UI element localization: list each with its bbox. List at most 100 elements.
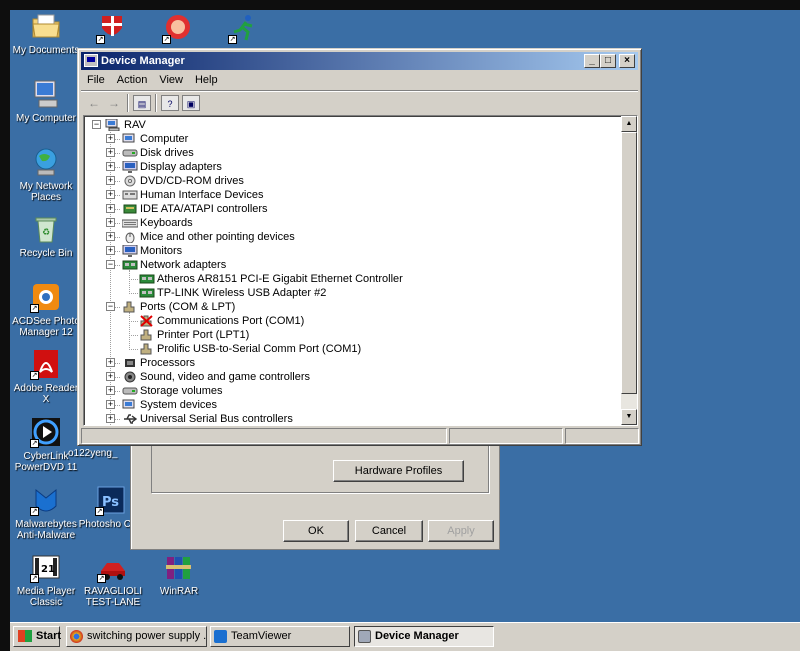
porterr-icon	[139, 315, 155, 327]
cancel-button[interactable]: Cancel	[355, 520, 423, 542]
menu-action[interactable]: Action	[111, 71, 154, 90]
maximize-button[interactable]: □	[600, 54, 616, 68]
tree-node-computer[interactable]: + Computer	[84, 132, 604, 146]
expand-toggle[interactable]: +	[106, 358, 115, 367]
tree-node-label: IDE ATA/ATAPI controllers	[140, 203, 268, 215]
tree-node-label: Ports (COM & LPT)	[140, 301, 236, 313]
collapse-toggle[interactable]: −	[92, 120, 101, 129]
tree-node-port-1[interactable]: Communications Port (COM1)	[84, 314, 604, 328]
expand-toggle[interactable]: +	[106, 204, 115, 213]
display-icon	[122, 160, 138, 173]
expand-toggle[interactable]: +	[106, 386, 115, 395]
forward-arrow-icon[interactable]: →	[105, 95, 123, 111]
taskbar-task-chrome[interactable]: switching power supply ...	[66, 626, 207, 647]
desktop-icon-media-player-classic[interactable]: 21 ↗ Media Player Classic	[10, 551, 82, 608]
expand-toggle[interactable]: +	[106, 176, 115, 185]
desktop-icon-runner-app[interactable]: ↗	[208, 12, 280, 47]
taskbar-task-device-manager[interactable]: Device Manager	[354, 626, 494, 647]
desktop-icon-cyberlink-powerdvd[interactable]: ↗ CyberLink PowerDVD 11	[10, 416, 82, 473]
expand-toggle[interactable]: +	[106, 246, 115, 255]
menu-file[interactable]: File	[81, 71, 111, 90]
tree-node-ide[interactable]: + IDE ATA/ATAPI controllers	[84, 202, 604, 216]
tree-node-mice[interactable]: + Mice and other pointing devices	[84, 230, 604, 244]
desktop-icon-label: My Computer	[15, 113, 76, 124]
tree-guide-line	[129, 349, 138, 350]
tree-node-port-2[interactable]: Printer Port (LPT1)	[84, 328, 604, 342]
scroll-thumb[interactable]	[621, 132, 637, 394]
tree-node-hid[interactable]: + Human Interface Devices	[84, 188, 604, 202]
collapse-toggle[interactable]: −	[106, 302, 115, 311]
desktop-icon-label: Adobe Reader X	[13, 383, 79, 405]
close-button[interactable]: ×	[619, 54, 635, 68]
tree-node-dvd[interactable]: + DVD/CD-ROM drives	[84, 174, 604, 188]
chrome-icon	[70, 630, 83, 643]
tree-node-net-2[interactable]: TP-LINK Wireless USB Adapter #2	[84, 286, 604, 300]
hardware-profiles-button[interactable]: Hardware Profiles	[333, 460, 464, 482]
teamviewer-icon	[214, 630, 227, 643]
red-circle-app-icon: ↗	[162, 12, 194, 44]
desktop-icon-label: Media Player Classic	[16, 586, 76, 608]
port-icon	[139, 343, 155, 355]
vertical-scrollbar[interactable]: ▲ ▼	[621, 116, 637, 425]
tree-node-ports[interactable]: − Ports (COM & LPT)	[84, 300, 604, 314]
shortcut-arrow-icon: ↗	[162, 35, 171, 44]
expand-toggle[interactable]: +	[106, 400, 115, 409]
scroll-up-arrow-icon[interactable]: ▲	[621, 116, 637, 132]
title-bar[interactable]: Device Manager _ □ ×	[81, 52, 638, 70]
expand-toggle[interactable]: +	[106, 372, 115, 381]
desktop-icon-acdsee[interactable]: ↗ ACDSee Photo Manager 12	[10, 281, 82, 338]
show-hide-console-tree-icon[interactable]: ▤	[133, 95, 151, 111]
expand-toggle[interactable]: +	[106, 190, 115, 199]
svg-text:Ps: Ps	[102, 495, 119, 510]
tree-node-label: Mice and other pointing devices	[140, 231, 295, 243]
collapse-toggle[interactable]: −	[106, 260, 115, 269]
desktop-icon-label: WinRAR	[159, 586, 199, 597]
expand-toggle[interactable]: +	[106, 162, 115, 171]
minimize-button[interactable]: _	[584, 54, 600, 68]
expand-toggle[interactable]: +	[106, 218, 115, 227]
desktop-icon-winrar[interactable]: WinRAR	[143, 551, 215, 597]
tree-node-disk[interactable]: + Disk drives	[84, 146, 604, 160]
desktop-icon-adobe-reader[interactable]: ↗ Adobe Reader X	[10, 348, 82, 405]
expand-toggle[interactable]: +	[106, 148, 115, 157]
desktop-icon-shield-app[interactable]: ↗	[76, 12, 148, 47]
menu-help[interactable]: Help	[189, 71, 224, 90]
scroll-down-arrow-icon[interactable]: ▼	[621, 409, 637, 425]
tree-node-display[interactable]: + Display adapters	[84, 160, 604, 174]
tree-root-rav[interactable]: − RAV	[84, 118, 284, 132]
expand-toggle[interactable]: +	[106, 232, 115, 241]
desktop-icon-malwarebytes[interactable]: ↗ Malwarebytes Anti-Malware	[10, 484, 82, 541]
tree-node-usb[interactable]: + Universal Serial Bus controllers	[84, 412, 604, 425]
show-action-pane-icon[interactable]: ▣	[182, 95, 200, 111]
tree-node-sound[interactable]: + Sound, video and game controllers	[84, 370, 604, 384]
tree-node-monitors[interactable]: + Monitors	[84, 244, 604, 258]
expand-toggle[interactable]: +	[106, 414, 115, 423]
tree-node-port-3[interactable]: Prolific USB-to-Serial Comm Port (COM1)	[84, 342, 604, 356]
tree-node-label: Keyboards	[140, 217, 193, 229]
tree-node-network[interactable]: − Network adapters	[84, 258, 604, 272]
ok-button[interactable]: OK	[283, 520, 349, 542]
tree-node-processors[interactable]: + Processors	[84, 356, 604, 370]
desktop-icon-ravaglioli[interactable]: ↗ RAVAGLIOLI TEST-LANE	[77, 551, 149, 608]
desktop-icon-red-circle-app[interactable]: ↗	[142, 12, 214, 47]
start-button[interactable]: Start	[13, 626, 61, 647]
desktop-icon-my-computer[interactable]: My Computer	[10, 78, 82, 124]
tree-node-storage[interactable]: + Storage volumes	[84, 384, 604, 398]
tree-node-keyboards[interactable]: + Keyboards	[84, 216, 604, 230]
taskbar-task-teamviewer[interactable]: TeamViewer	[210, 626, 350, 647]
tree-node-system[interactable]: + System devices	[84, 398, 604, 412]
desktop-icon-my-network-places[interactable]: My Network Places	[10, 146, 82, 203]
shortcut-arrow-icon: ↗	[97, 574, 106, 583]
menu-view[interactable]: View	[153, 71, 189, 90]
folder-icon	[30, 10, 62, 42]
desktop-icon-o122yeng[interactable]: o122yeng_	[68, 448, 128, 459]
desktop-icon-recycle-bin[interactable]: ♻ Recycle Bin	[10, 213, 82, 259]
device-manager-icon	[358, 630, 371, 643]
desktop-icon-my-documents[interactable]: My Documents	[10, 10, 82, 56]
properties-help-icon[interactable]: ?	[161, 95, 179, 111]
tree-node-net-1[interactable]: Atheros AR8151 PCI-E Gigabit Ethernet Co…	[84, 272, 604, 286]
back-arrow-icon[interactable]: ←	[85, 95, 103, 111]
tree-node-label: Atheros AR8151 PCI-E Gigabit Ethernet Co…	[157, 273, 403, 285]
expand-toggle[interactable]: +	[106, 134, 115, 143]
device-tree-view[interactable]: − RAV + Computer + Disk drives + Display adap…	[83, 115, 638, 426]
